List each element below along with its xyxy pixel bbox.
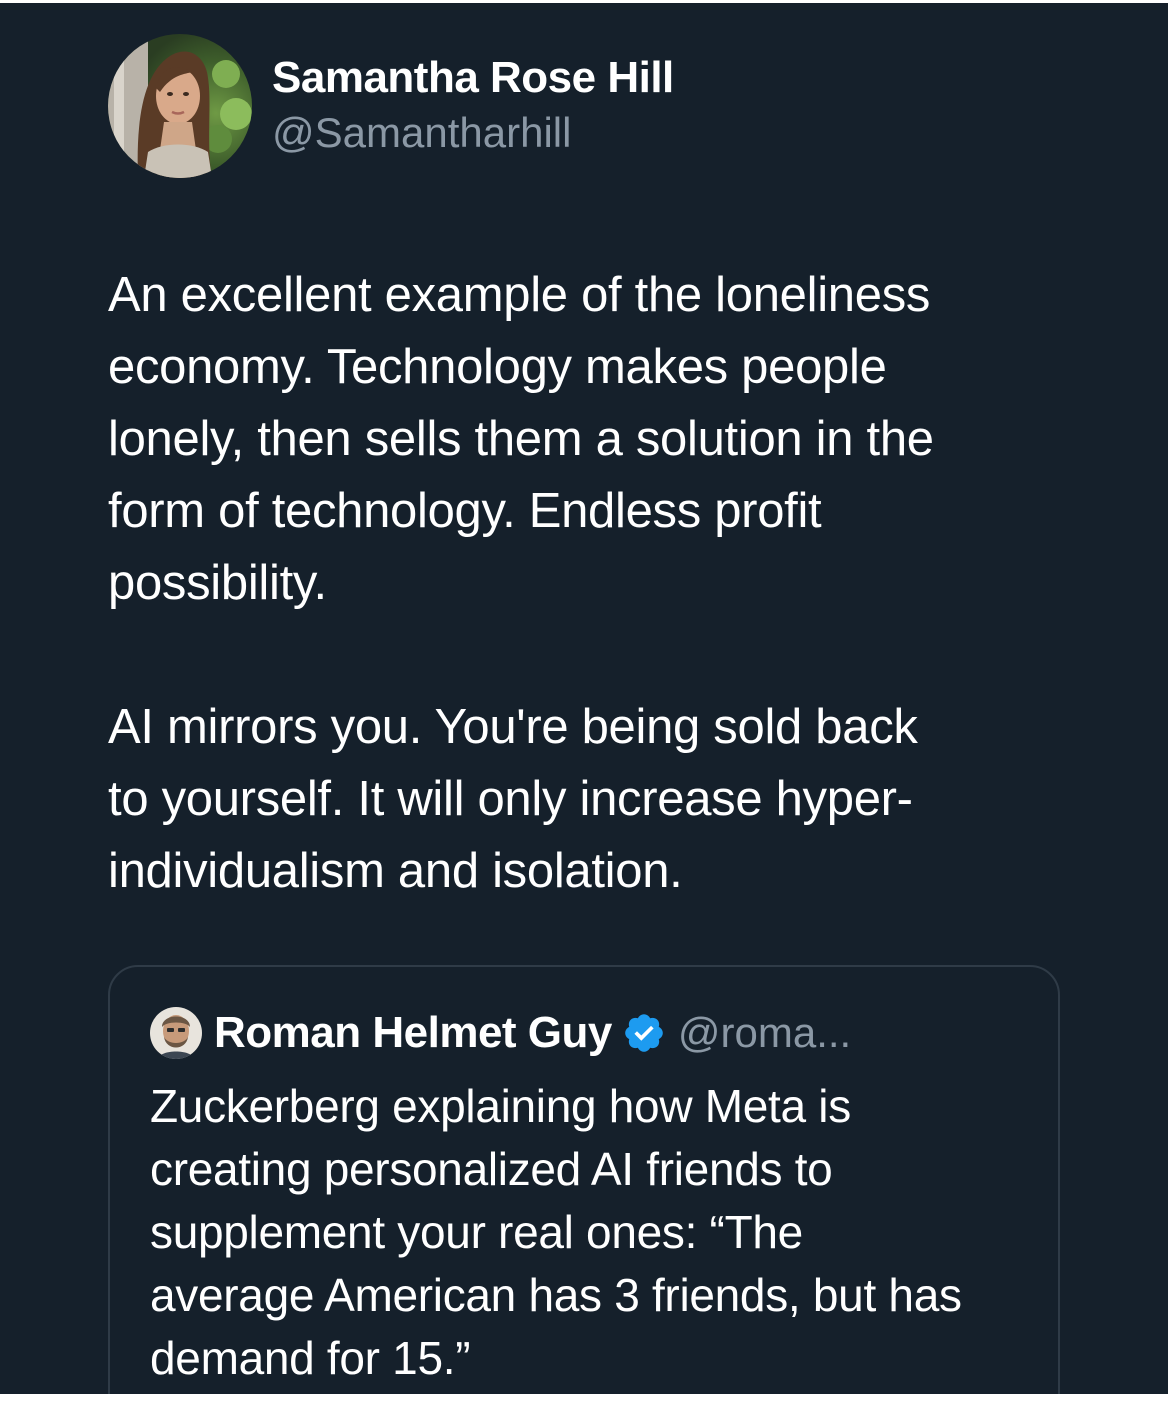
author-name[interactable]: Samantha Rose Hill xyxy=(272,53,674,103)
verified-badge-icon xyxy=(625,1014,663,1052)
quoted-tweet-text: Zuckerberg explaining how Meta is creati… xyxy=(150,1080,962,1384)
quoted-tweet[interactable]: Roman Helmet Guy @roma... Zuckerberg exp… xyxy=(108,965,1060,1394)
author-avatar[interactable] xyxy=(108,34,252,178)
quoted-author-name[interactable]: Roman Helmet Guy xyxy=(214,1008,612,1058)
quoted-author-avatar[interactable] xyxy=(150,1007,202,1059)
quoted-tweet-header: Roman Helmet Guy @roma... xyxy=(150,1005,851,1061)
avatar-photo-icon xyxy=(108,34,252,178)
tweet-author: Samantha Rose Hill @Samantharhill xyxy=(108,33,674,179)
quoted-author-handle[interactable]: @roma... xyxy=(678,1009,851,1057)
tweet-card: Samantha Rose Hill @Samantharhill An exc… xyxy=(0,3,1168,1394)
author-info: Samantha Rose Hill @Samantharhill xyxy=(272,53,674,159)
tweet-paragraph: AI mirrors you. You're being sold back t… xyxy=(108,700,918,898)
avatar-photo-icon xyxy=(150,1007,202,1059)
tweet-paragraph: An excellent example of the loneliness e… xyxy=(108,268,934,610)
author-handle[interactable]: @Samantharhill xyxy=(272,107,674,159)
tweet-text: An excellent example of the loneliness e… xyxy=(108,259,1068,907)
